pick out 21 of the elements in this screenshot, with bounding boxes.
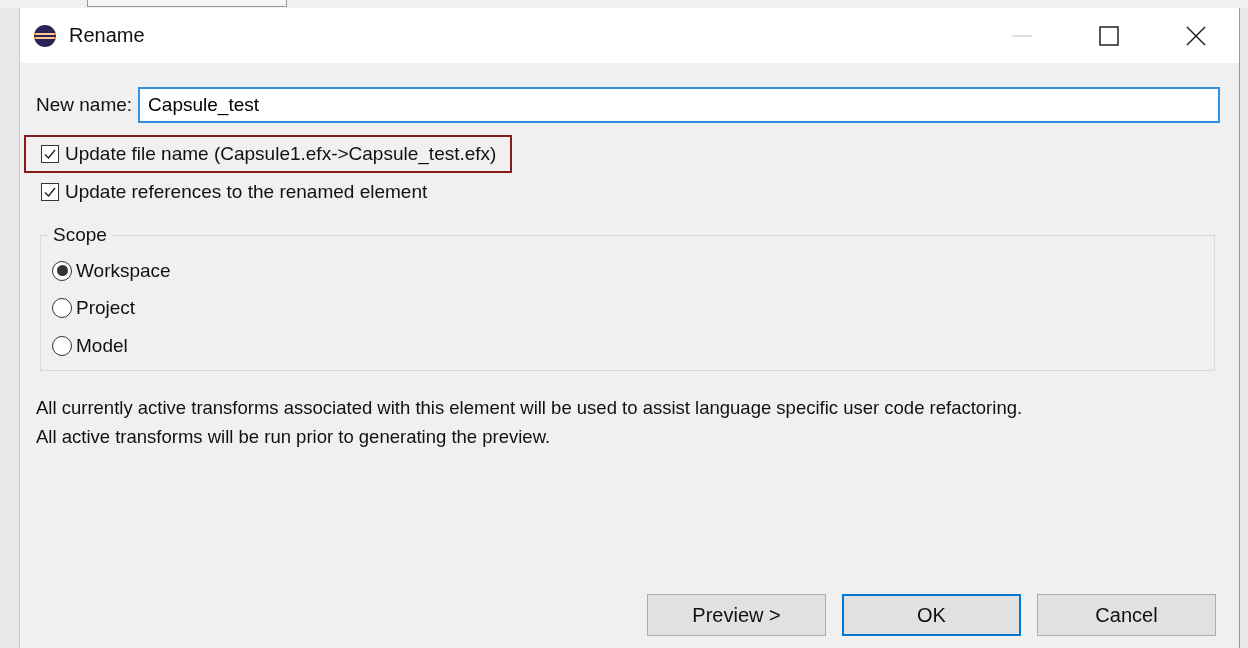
dialog-button[interactable]: Cancel	[1037, 594, 1216, 636]
dialog-button[interactable]: Preview >	[647, 594, 826, 636]
radio-button[interactable]	[52, 260, 72, 281]
eclipse-logo-icon	[33, 23, 57, 48]
checkbox[interactable]	[41, 183, 59, 201]
radio-label: Model	[76, 334, 128, 357]
description-text: All currently active transforms associated with this element will be used to assist language specific user code refactoring.	[36, 396, 1024, 420]
radio-button[interactable]	[52, 298, 72, 319]
radio-label: Project	[76, 297, 136, 320]
description-text: All active transforms will be run prior to generating the preview.	[36, 425, 552, 449]
window-title: Rename	[69, 24, 145, 47]
dialog-button[interactable]: OK	[842, 594, 1021, 636]
radio-button[interactable]	[52, 335, 72, 356]
checkbox-label: Update file name (Capsule1.efx->Capsule_test.efx)	[65, 143, 497, 165]
field-label: New name:	[36, 94, 133, 116]
radio-label: Workspace	[76, 259, 171, 282]
maximize-icon[interactable]	[1098, 25, 1119, 46]
close-icon[interactable]	[1185, 25, 1206, 46]
checkbox[interactable]	[41, 145, 59, 163]
name-field[interactable]: Capsule_test	[138, 87, 1220, 123]
checkbox-label: Update references to the renamed element	[65, 181, 428, 203]
